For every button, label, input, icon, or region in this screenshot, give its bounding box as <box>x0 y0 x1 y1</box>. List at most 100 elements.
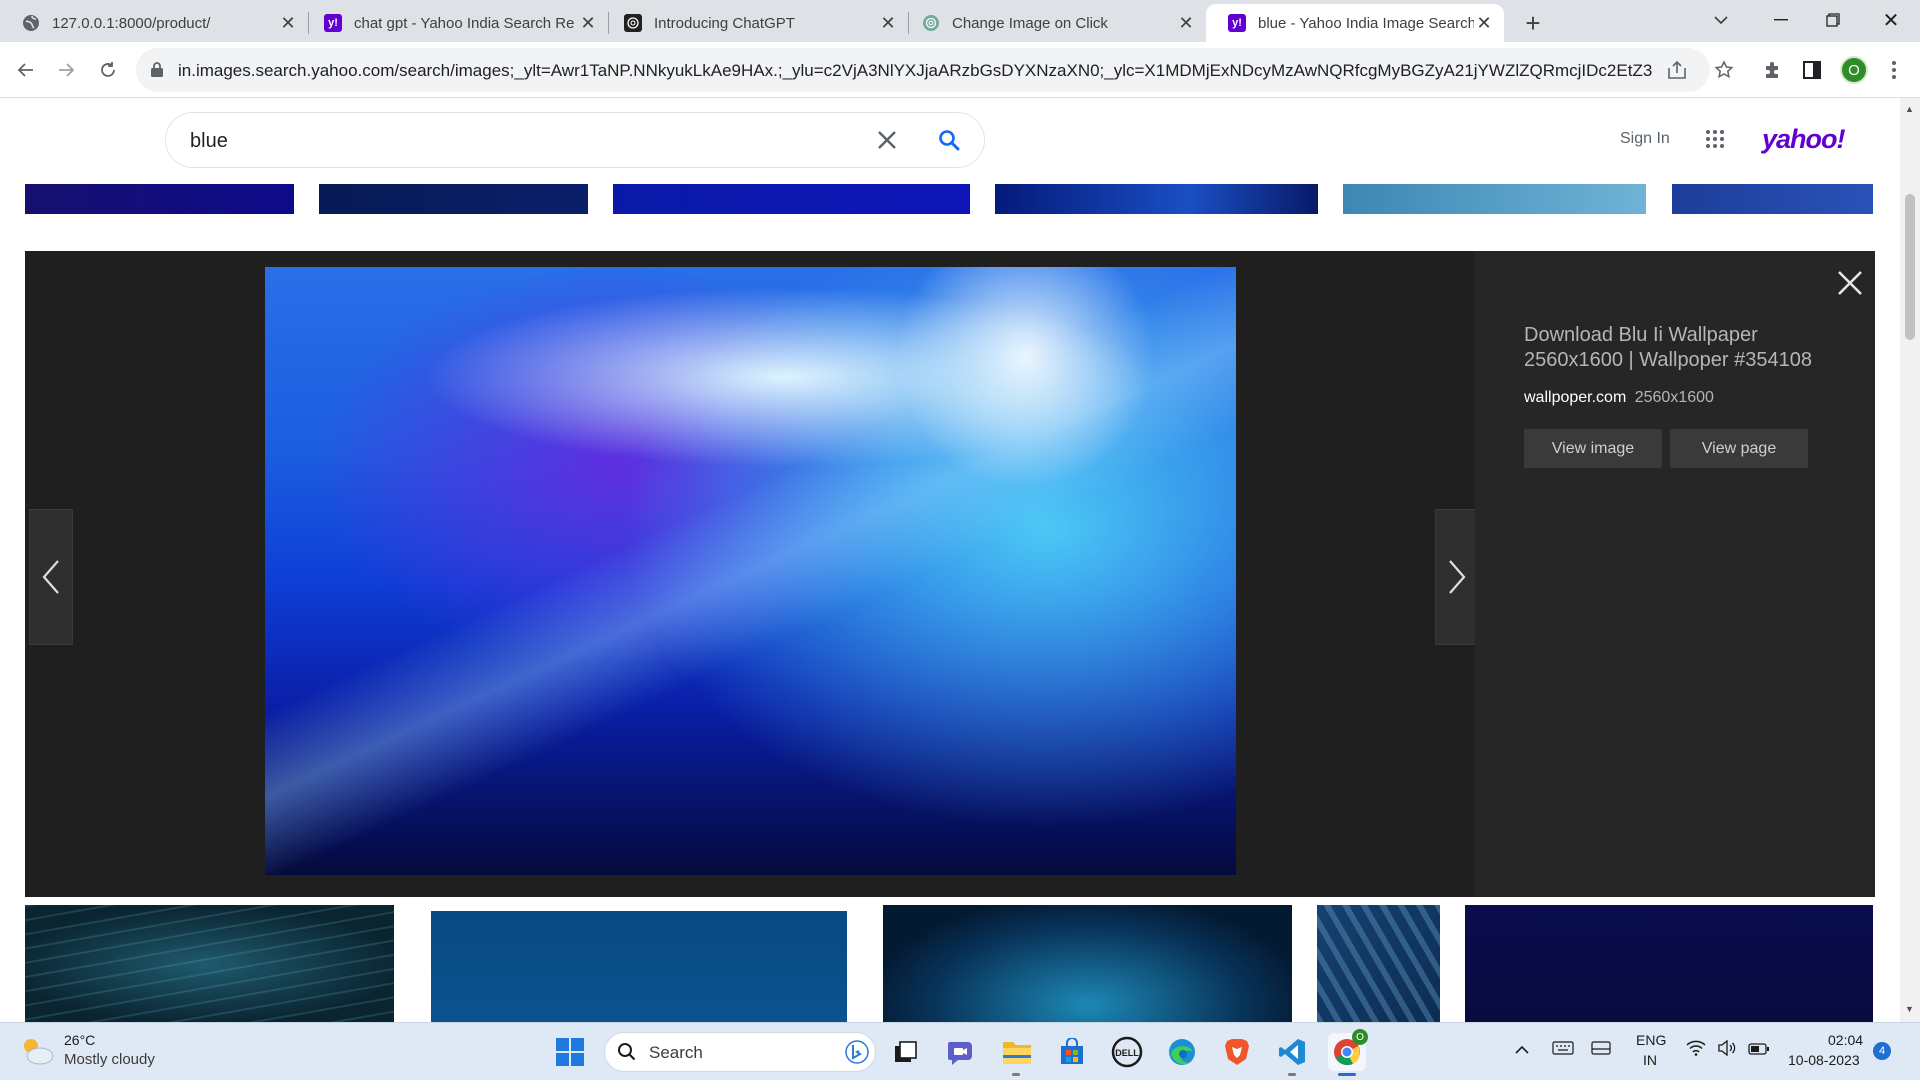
file-explorer-icon[interactable] <box>998 1033 1036 1071</box>
tab-blue-image-search[interactable]: y! blue - Yahoo India Image Search ✕ <box>1206 4 1504 42</box>
result-thumbnail[interactable] <box>25 905 394 1022</box>
result-thumbnail[interactable] <box>319 184 588 214</box>
running-indicator <box>1288 1073 1296 1076</box>
side-panel-icon[interactable] <box>1796 54 1828 86</box>
volume-icon[interactable] <box>1717 1039 1737 1061</box>
clock-time[interactable]: 02:04 <box>1828 1032 1863 1048</box>
result-thumbnail[interactable] <box>1317 905 1440 1022</box>
apps-grid-icon[interactable] <box>1705 129 1725 154</box>
next-image-button[interactable] <box>1435 509 1479 645</box>
search-icon <box>617 1042 637 1067</box>
taskbar-search[interactable]: Search <box>604 1032 876 1072</box>
result-thumbnail[interactable] <box>25 184 294 214</box>
microsoft-store-icon[interactable] <box>1053 1033 1091 1071</box>
vscode-icon[interactable] <box>1273 1033 1311 1071</box>
close-tab-icon[interactable]: ✕ <box>278 13 298 33</box>
active-indicator <box>1338 1073 1356 1076</box>
back-icon[interactable] <box>10 54 42 86</box>
result-thumbnail[interactable] <box>1343 184 1646 214</box>
clear-search-icon[interactable] <box>876 129 898 156</box>
language-region[interactable]: IN <box>1643 1052 1657 1068</box>
result-thumbnail[interactable] <box>1465 905 1873 1022</box>
tab-introducing-chatgpt[interactable]: Introducing ChatGPT ✕ <box>602 4 908 42</box>
chrome-profile-badge: O <box>1352 1029 1368 1045</box>
notification-badge[interactable]: 4 <box>1873 1042 1891 1060</box>
source-domain-link[interactable]: wallpoper.com <box>1524 389 1626 406</box>
windows-logo-icon <box>556 1038 584 1066</box>
selected-result-thumbnail[interactable] <box>995 184 1318 214</box>
close-tab-icon[interactable]: ✕ <box>878 13 898 33</box>
clock-date[interactable]: 10-08-2023 <box>1788 1052 1860 1068</box>
edge-icon[interactable] <box>1163 1033 1201 1071</box>
tab-strip: 127.0.0.1:8000/product/ ✕ y! chat gpt - … <box>0 0 1920 42</box>
result-thumbnail[interactable] <box>613 184 970 214</box>
new-tab-icon[interactable]: + <box>1518 8 1548 38</box>
chrome-icon[interactable]: O <box>1328 1029 1368 1071</box>
preview-image[interactable] <box>265 267 1236 875</box>
close-tab-icon[interactable]: ✕ <box>1474 13 1494 33</box>
yahoo-icon: y! <box>324 14 342 32</box>
scrollbar-thumb[interactable] <box>1905 194 1915 340</box>
restore-icon[interactable] <box>1818 8 1848 32</box>
yahoo-header: blue Sign In yahoo! <box>0 98 1900 184</box>
forward-icon[interactable] <box>50 54 82 86</box>
tab-title: Change Image on Click <box>952 14 1108 32</box>
search-box[interactable]: blue <box>165 112 985 168</box>
result-thumbnail[interactable] <box>431 911 847 1022</box>
teams-chat-icon[interactable] <box>942 1033 980 1071</box>
brave-icon[interactable] <box>1218 1033 1256 1071</box>
share-icon[interactable] <box>1666 59 1688 86</box>
language-code[interactable]: ENG <box>1636 1032 1666 1048</box>
browser-toolbar: in.images.search.yahoo.com/search/images… <box>0 42 1920 98</box>
sign-in-link[interactable]: Sign In <box>1620 130 1670 148</box>
close-tab-icon[interactable]: ✕ <box>578 13 598 33</box>
kebab-menu-icon[interactable] <box>1878 54 1910 86</box>
task-view-icon[interactable] <box>887 1033 925 1071</box>
globe-icon <box>22 14 40 32</box>
tab-title: blue - Yahoo India Image Search <box>1258 14 1474 32</box>
start-button[interactable] <box>551 1033 589 1071</box>
view-page-button[interactable]: View page <box>1670 429 1808 468</box>
search-icon[interactable] <box>938 129 960 156</box>
openai-icon <box>624 14 642 32</box>
result-thumbnail[interactable] <box>1672 184 1873 214</box>
address-bar[interactable]: in.images.search.yahoo.com/search/images… <box>136 48 1710 92</box>
bookmark-star-icon[interactable] <box>1708 54 1740 86</box>
tab-search-chevron-icon[interactable] <box>1706 8 1736 32</box>
image-dimensions: 2560x1600 <box>1634 389 1714 406</box>
close-tab-icon[interactable]: ✕ <box>1176 13 1196 33</box>
scroll-down-icon[interactable]: ▼ <box>1905 1004 1914 1014</box>
tab-change-image[interactable]: Change Image on Click ✕ <box>900 4 1206 42</box>
previous-image-button[interactable] <box>29 509 73 645</box>
dell-icon[interactable]: DELL <box>1108 1033 1146 1071</box>
chevron-up-icon[interactable] <box>1515 1042 1529 1060</box>
running-indicator <box>1012 1073 1020 1076</box>
keyboard-icon[interactable] <box>1552 1041 1574 1060</box>
close-viewer-icon[interactable] <box>1830 263 1870 303</box>
chevron-left-icon <box>42 560 59 594</box>
minimize-icon[interactable] <box>1766 8 1796 32</box>
view-image-button[interactable]: View image <box>1524 429 1662 468</box>
lock-icon[interactable] <box>150 61 164 83</box>
extensions-icon[interactable] <box>1756 54 1788 86</box>
wifi-icon[interactable] <box>1686 1040 1706 1061</box>
tab-product[interactable]: 127.0.0.1:8000/product/ ✕ <box>0 4 308 42</box>
tab-title: 127.0.0.1:8000/product/ <box>52 14 211 32</box>
image-source: wallpoper.com 2560x1600 <box>1524 389 1714 407</box>
svg-text:DELL: DELL <box>1115 1048 1139 1058</box>
scroll-up-icon[interactable]: ▲ <box>1905 104 1914 114</box>
image-viewer: Download Blu Ii Wallpaper 2560x1600 | Wa… <box>25 251 1875 897</box>
search-input[interactable]: blue <box>190 130 228 153</box>
tab-yahoo-chatgpt[interactable]: y! chat gpt - Yahoo India Search Re ✕ <box>302 4 608 42</box>
close-window-icon[interactable]: ✕ <box>1876 6 1906 34</box>
display-icon[interactable] <box>1591 1041 1611 1062</box>
result-thumbnail[interactable] <box>883 905 1292 1022</box>
page-scrollbar[interactable]: ▲ ▼ <box>1900 98 1920 1022</box>
yahoo-logo[interactable]: yahoo! <box>1762 124 1846 155</box>
weather-cloudy-icon[interactable] <box>18 1033 56 1072</box>
windows-taskbar: 26°C Mostly cloudy Search DELL O ENG IN … <box>0 1022 1920 1080</box>
bing-icon <box>845 1040 869 1069</box>
reload-icon[interactable] <box>92 54 124 86</box>
battery-icon[interactable] <box>1748 1042 1770 1060</box>
profile-avatar[interactable]: O <box>1840 56 1868 84</box>
